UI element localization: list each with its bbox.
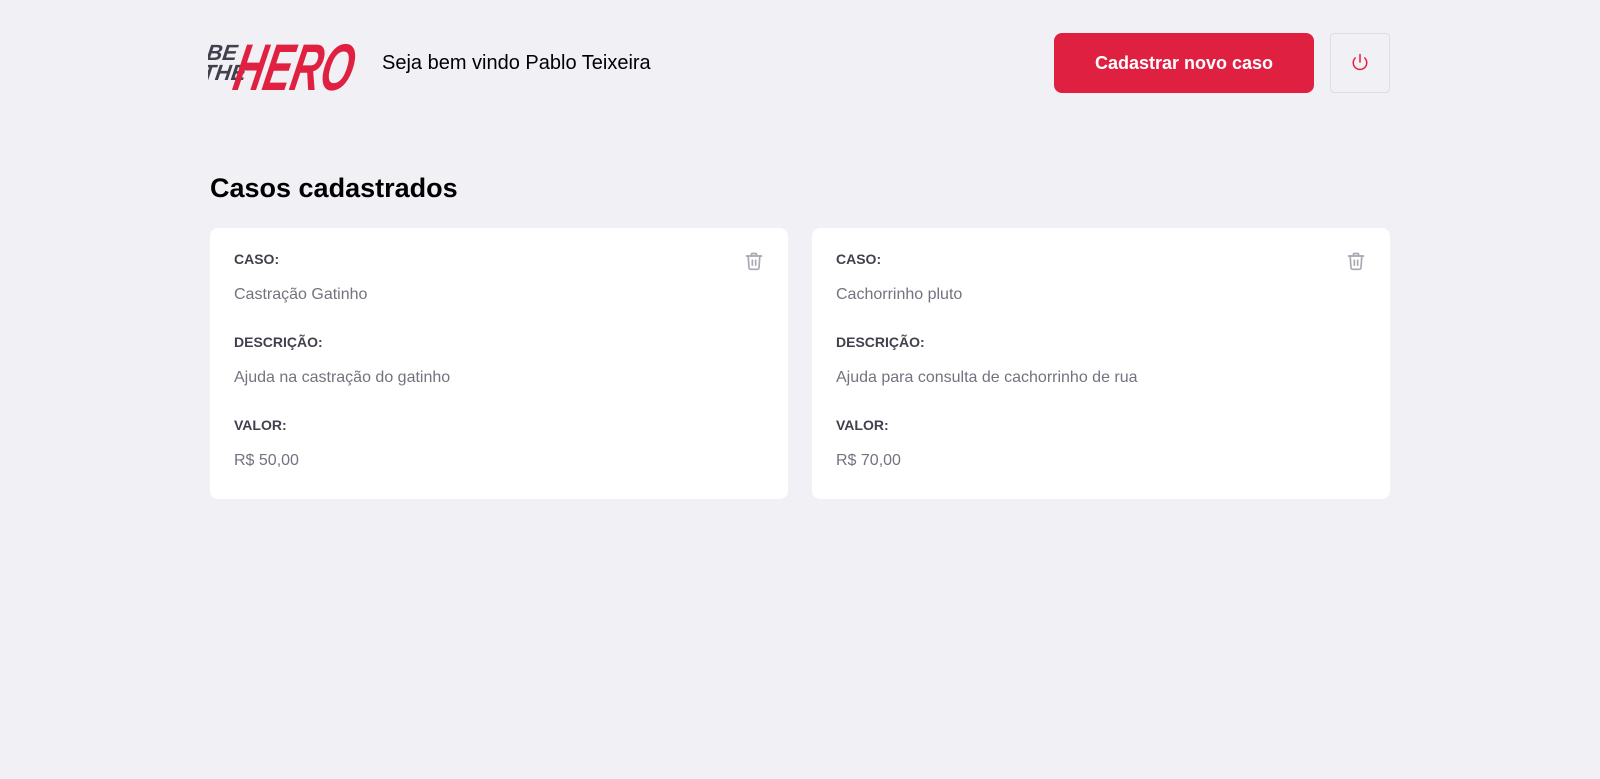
case-title-group: CASO: Cachorrinho pluto	[836, 251, 1366, 305]
value-label: VALOR:	[234, 417, 287, 433]
welcome-message: Seja bem vindo Pablo Teixeira	[382, 51, 651, 74]
header: BE THE HERO Seja bem vindo Pablo Teixeir…	[208, 32, 1390, 96]
case-description-group: DESCRIÇÃO: Ajuda para consulta de cachor…	[836, 334, 1366, 388]
page-title: Casos cadastrados	[210, 173, 458, 203]
delete-case-button[interactable]	[742, 250, 766, 274]
value-label: VALOR:	[836, 417, 889, 433]
logout-button[interactable]	[1330, 33, 1390, 93]
case-description-group: DESCRIÇÃO: Ajuda na castração do gatinho	[234, 334, 764, 388]
be-the-hero-logo: BE THE HERO	[208, 32, 360, 96]
case-card: CASO: Castração Gatinho DESCRIÇÃO: Ajuda…	[210, 228, 788, 499]
case-card: CASO: Cachorrinho pluto DESCRIÇÃO: Ajuda…	[812, 228, 1390, 499]
case-list: CASO: Castração Gatinho DESCRIÇÃO: Ajuda…	[210, 228, 1390, 499]
case-title-group: CASO: Castração Gatinho	[234, 251, 764, 305]
case-value: R$ 50,00	[234, 452, 299, 469]
case-title: Cachorrinho pluto	[836, 286, 963, 303]
case-description: Ajuda para consulta de cachorrinho de ru…	[836, 369, 1138, 386]
power-icon	[1351, 53, 1369, 74]
case-value-group: VALOR: R$ 70,00	[836, 417, 1366, 471]
new-case-button[interactable]: Cadastrar novo caso	[1054, 33, 1314, 93]
case-title: Castração Gatinho	[234, 286, 368, 303]
trash-icon	[1346, 251, 1366, 274]
case-value-group: VALOR: R$ 50,00	[234, 417, 764, 471]
case-label: CASO:	[234, 251, 280, 267]
description-label: DESCRIÇÃO:	[234, 334, 323, 350]
logo-hero-text: HERO	[228, 32, 360, 96]
case-label: CASO:	[836, 251, 882, 267]
case-value: R$ 70,00	[836, 452, 901, 469]
profile-page: BE THE HERO Seja bem vindo Pablo Teixeir…	[208, 0, 1390, 499]
case-description: Ajuda na castração do gatinho	[234, 369, 451, 386]
delete-case-button[interactable]	[1344, 250, 1368, 274]
trash-icon	[744, 251, 764, 274]
description-label: DESCRIÇÃO:	[836, 334, 925, 350]
